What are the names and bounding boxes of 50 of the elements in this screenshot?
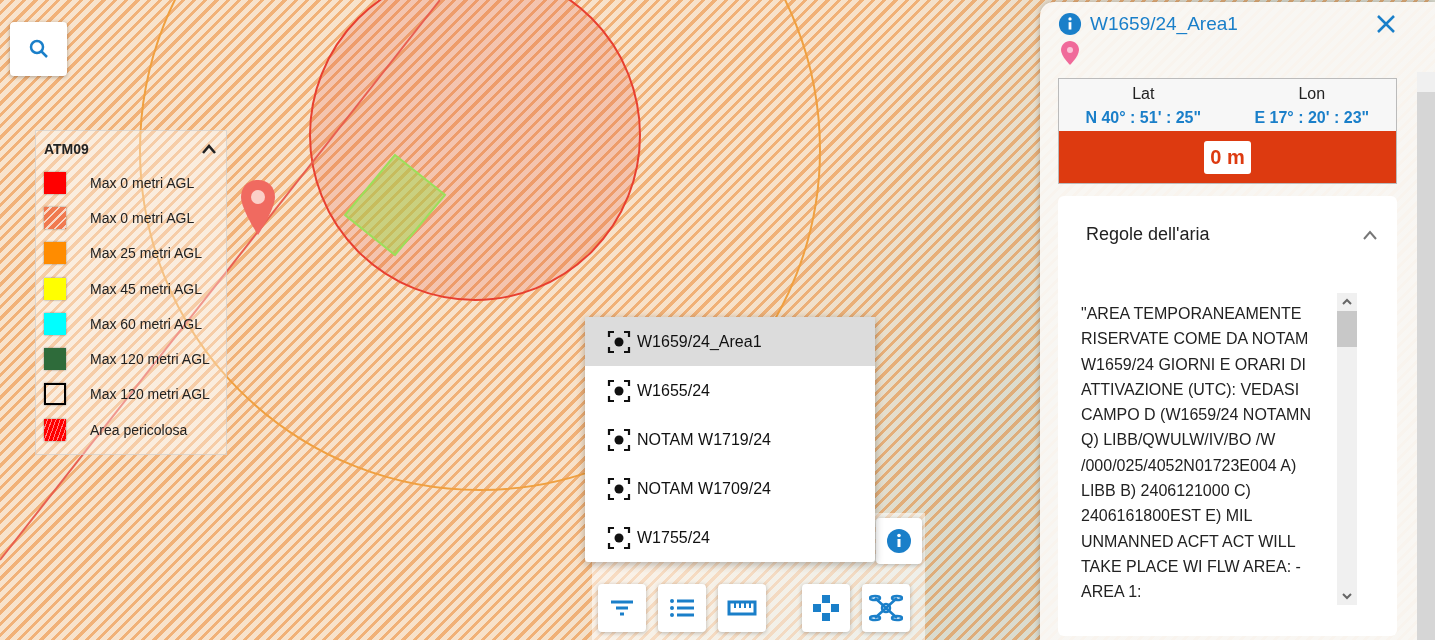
ruler-button[interactable] xyxy=(718,584,766,632)
map-pin-icon xyxy=(1060,40,1080,66)
list-icon xyxy=(668,597,696,619)
scroll-up-icon[interactable] xyxy=(1341,297,1353,307)
legend-label: Max 0 metri AGL xyxy=(90,174,195,191)
lon-label: Lon xyxy=(1298,85,1326,103)
info-button[interactable] xyxy=(876,518,922,564)
focus-icon xyxy=(607,378,631,403)
focus-icon xyxy=(607,427,631,452)
drone-icon xyxy=(869,593,903,623)
ruler-icon xyxy=(727,600,757,616)
dropdown-option[interactable]: NOTAM W1709/24 xyxy=(585,464,875,513)
panel-title: W1659/24_Area1 xyxy=(1090,13,1238,35)
filter-icon xyxy=(608,598,636,618)
dropdown-option[interactable]: NOTAM W1719/24 xyxy=(585,415,875,464)
scroll-down-icon[interactable] xyxy=(1341,591,1353,601)
info-icon xyxy=(1058,12,1082,36)
info-icon xyxy=(886,528,912,554)
legend-label: Max 120 metri AGL xyxy=(90,351,210,368)
altitude-value: 0 m xyxy=(1204,140,1251,174)
lat-value: N 40° : 51' : 25" xyxy=(1085,109,1202,127)
legend-title: ATM09 xyxy=(44,141,89,157)
scrollbar[interactable] xyxy=(1337,293,1357,605)
legend-label: Max 120 metri AGL xyxy=(90,386,210,403)
legend-label: Max 0 metri AGL xyxy=(90,209,195,226)
drone-button[interactable] xyxy=(862,584,910,632)
legend-label: Max 60 metri AGL xyxy=(90,315,203,332)
scrollbar[interactable] xyxy=(1417,72,1435,640)
close-icon[interactable] xyxy=(1375,13,1397,35)
gamepad-button[interactable] xyxy=(802,584,850,632)
dropdown-option[interactable]: W1755/24 xyxy=(585,513,875,562)
legend-label: Max 45 metri AGL xyxy=(90,280,203,297)
dpad-icon xyxy=(812,594,840,622)
scrollbar-thumb[interactable] xyxy=(1337,311,1357,347)
focus-icon xyxy=(607,525,631,550)
legend-label: Area pericolosa xyxy=(90,421,188,438)
search-button[interactable] xyxy=(10,22,67,76)
section-title: Regole dell'aria xyxy=(1086,224,1210,245)
filter-button[interactable] xyxy=(598,584,646,632)
dropdown-option[interactable]: W1655/24 xyxy=(585,366,875,415)
chevron-icon[interactable] xyxy=(200,143,218,155)
lon-value: E 17° : 20' : 23" xyxy=(1254,109,1370,127)
rules-text: "AREA TEMPORANEAMENTE RISERVATE COME DA NOTAM W1659/24 GIORNI E ORARI DI ATTIVAZIONE (UTC): VEDASI CAMPO D (W1659/24 NOTAMN Q) LIBB/QWULW/IV/BO /W /000/025/4052N01723E004 A) LIBB B) 2406121000 C) 2406161800EST E) MIL UNMANNED ACFT ACT WILL TAKE PLACE WI FLW AREA: - AREA 1: xyxy=(1081,304,1312,603)
list-button[interactable] xyxy=(658,584,706,632)
legend-label: Max 25 metri AGL xyxy=(90,245,203,262)
dropdown-option[interactable]: W1659/24_Area1 xyxy=(585,317,875,366)
scrollbar-thumb[interactable] xyxy=(1417,72,1435,92)
lat-label: Lat xyxy=(1132,85,1155,103)
focus-icon xyxy=(607,329,631,354)
focus-icon xyxy=(607,476,631,501)
